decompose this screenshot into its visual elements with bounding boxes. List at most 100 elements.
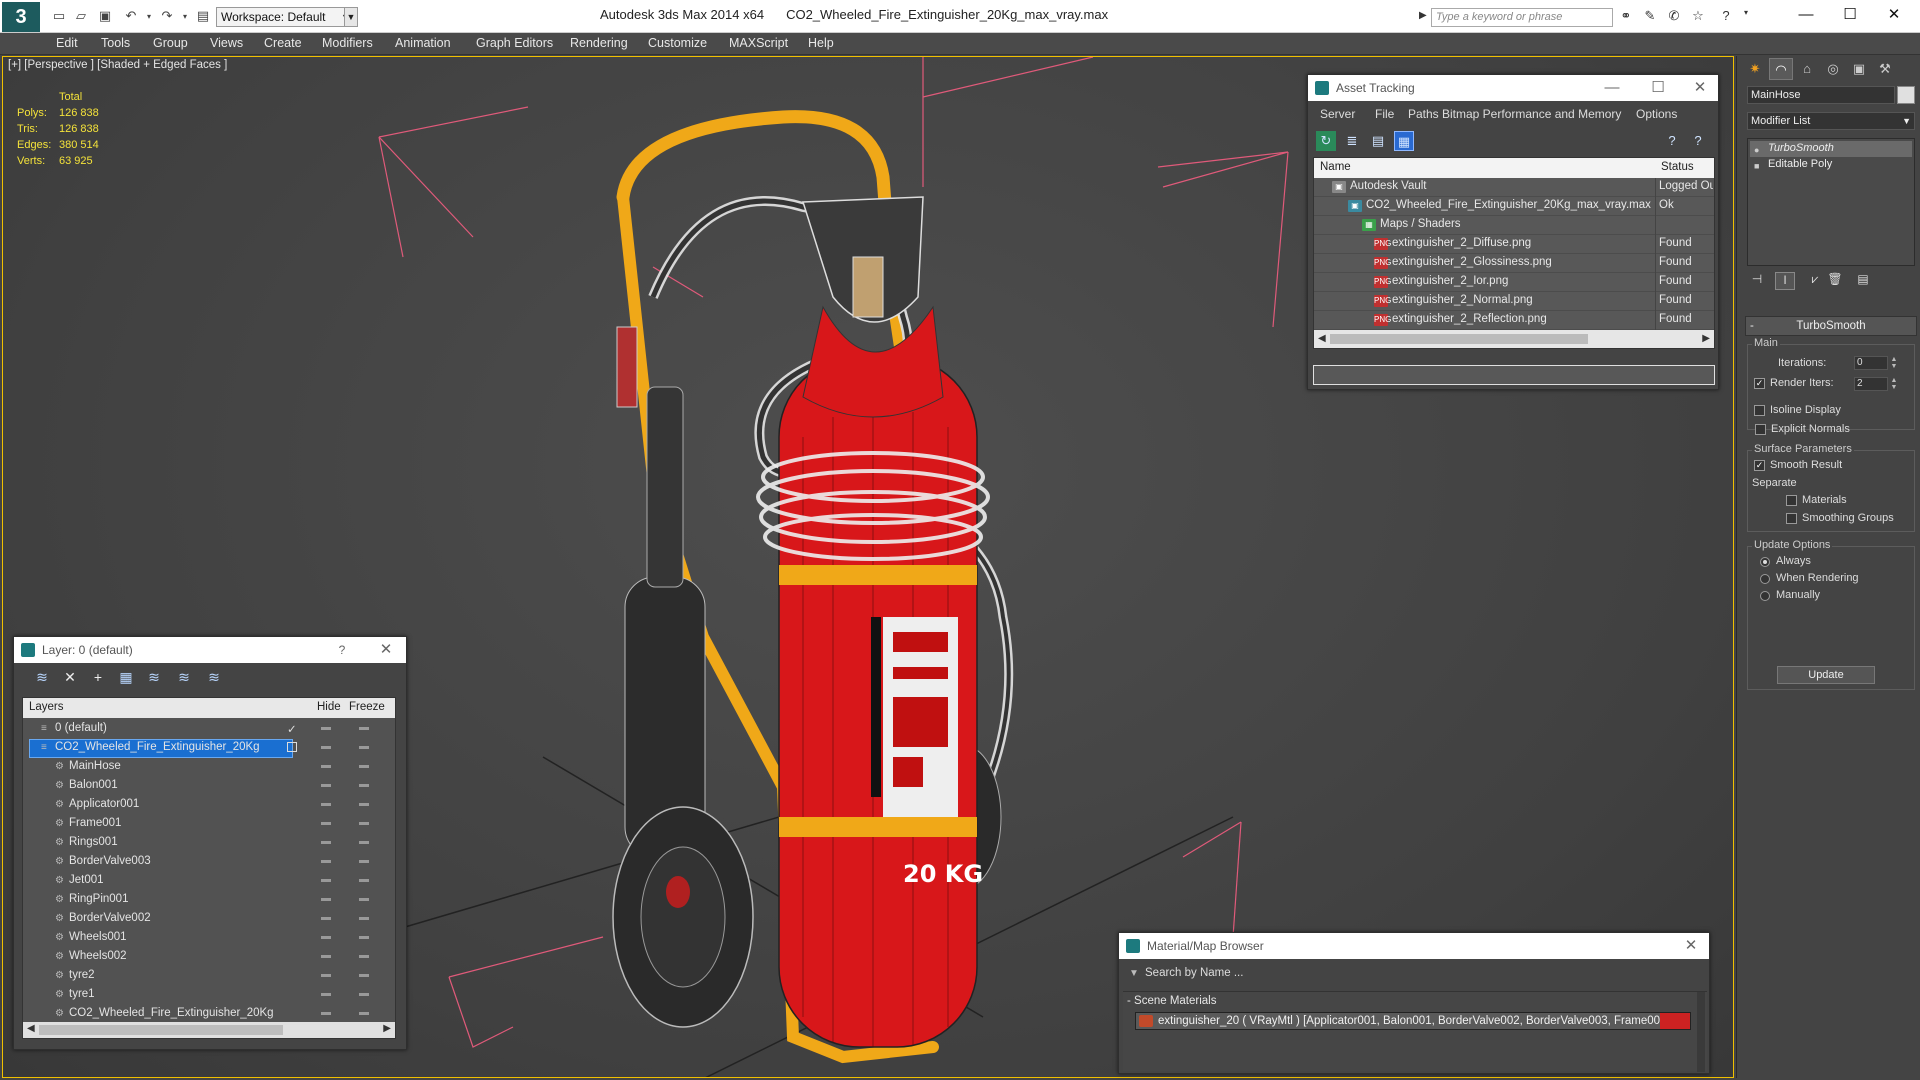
freeze-toggle[interactable]: ▬ [359, 855, 369, 866]
asset-row[interactable]: PNG extinguisher_2_Normal.png Found [1314, 292, 1714, 311]
new-file-icon[interactable]: ▭ [50, 8, 68, 24]
hide-toggle[interactable]: ▬ [321, 1007, 331, 1018]
object-color-swatch[interactable] [1897, 86, 1915, 104]
hide-toggle[interactable]: ▬ [321, 893, 331, 904]
menu-create[interactable]: Create [264, 36, 302, 50]
quick-access-dropdown[interactable]: ▼ [344, 7, 358, 27]
col-status[interactable]: Status [1661, 161, 1694, 173]
freeze-toggle[interactable]: ▬ [359, 836, 369, 847]
remove-modifier-icon[interactable]: 🗑 [1825, 272, 1845, 290]
create-layer-icon[interactable]: ≋ [32, 669, 52, 689]
menu-edit[interactable]: Edit [56, 36, 78, 50]
layer-row[interactable]: ⚙ tyre1 ▬ ▬ [23, 986, 395, 1005]
refresh-icon[interactable]: ↻ [1316, 131, 1336, 151]
save-file-icon[interactable]: ▣ [96, 8, 114, 24]
asset-menu-file[interactable]: File [1375, 107, 1394, 121]
object-name-field[interactable]: MainHose [1747, 86, 1895, 104]
smooth-result-checkbox[interactable]: ✓ [1754, 460, 1765, 471]
add-to-layer-icon[interactable]: + [88, 669, 108, 689]
maximize-icon[interactable]: ☐ [1646, 77, 1670, 99]
stack-item-turbosmooth[interactable]: ● TurboSmooth [1750, 141, 1912, 157]
asset-titlebar[interactable]: Asset Tracking — ☐ ✕ [1308, 75, 1718, 101]
asset-menu-options[interactable]: Options [1636, 107, 1677, 121]
table-view-icon[interactable]: ▦ [1394, 131, 1414, 151]
explicit-normals-checkbox[interactable] [1755, 424, 1766, 435]
minimize-icon[interactable]: — [1600, 77, 1624, 99]
minimize-button[interactable]: — [1784, 3, 1828, 27]
render-iters-spinner[interactable]: 2 [1854, 377, 1888, 391]
menu-tools[interactable]: Tools [101, 36, 130, 50]
material-vertical-scrollbar[interactable] [1697, 992, 1705, 1072]
binoculars-icon[interactable]: ⚭ [1616, 8, 1636, 26]
freeze-toggle[interactable]: ▬ [359, 798, 369, 809]
hierarchy-tab-icon[interactable]: ⌂ [1795, 58, 1819, 80]
layer-row[interactable]: ⚙ Wheels002 ▬ ▬ [23, 948, 395, 967]
menu-customize[interactable]: Customize [648, 36, 707, 50]
hide-toggle[interactable]: ▬ [321, 779, 331, 790]
freeze-toggle[interactable]: ▬ [359, 1007, 369, 1018]
help-icon[interactable]: ? [330, 639, 354, 661]
close-button[interactable]: ✕ [1872, 3, 1916, 27]
asset-menu-paths[interactable]: Paths [1408, 107, 1439, 121]
col-hide[interactable]: Hide [317, 701, 341, 713]
make-unique-icon[interactable]: ⩗ [1805, 272, 1825, 290]
create-tab-icon[interactable]: ✷ [1743, 58, 1767, 80]
redo-icon[interactable]: ↷ [158, 8, 176, 24]
asset-menu-server[interactable]: Server [1320, 107, 1355, 121]
modifier-list-dropdown[interactable]: Modifier List ▼ [1747, 112, 1915, 130]
layer-row[interactable]: ⚙ Balon001 ▬ ▬ [23, 777, 395, 796]
menu-help[interactable]: Help [808, 36, 834, 50]
close-icon[interactable]: ✕ [1688, 77, 1712, 99]
lightbulb-icon[interactable]: ● [1754, 143, 1759, 158]
freeze-toggle[interactable]: ▬ [359, 874, 369, 885]
freeze-all-icon[interactable]: ≋ [204, 669, 224, 689]
hide-toggle[interactable]: ▬ [321, 836, 331, 847]
freeze-toggle[interactable]: ▬ [359, 988, 369, 999]
spinner-arrows-icon[interactable]: ▲ ▼ [1890, 377, 1898, 391]
hide-toggle[interactable]: ▬ [321, 817, 331, 828]
material-item[interactable]: extinguisher_20 ( VRayMtl ) [Applicator0… [1135, 1012, 1691, 1030]
col-freeze[interactable]: Freeze [349, 701, 385, 713]
asset-row[interactable]: PNG extinguisher_2_Reflection.png Found [1314, 311, 1714, 330]
asset-row[interactable]: PNG extinguisher_2_Glossiness.png Found [1314, 254, 1714, 273]
isoline-checkbox[interactable] [1754, 405, 1765, 416]
layer-row[interactable]: ≡ 0 (default) ✓ ▬ ▬ [23, 720, 395, 739]
hide-toggle[interactable]: ▬ [321, 798, 331, 809]
undo-dropdown-icon[interactable]: ▾ [140, 8, 158, 24]
hide-toggle[interactable]: ▬ [321, 931, 331, 942]
display-tab-icon[interactable]: ▣ [1847, 58, 1871, 80]
layer-row[interactable]: ⚙ Wheels001 ▬ ▬ [23, 929, 395, 948]
stack-item-editable-poly[interactable]: ■ Editable Poly [1750, 157, 1912, 173]
freeze-toggle[interactable]: ▬ [359, 817, 369, 828]
col-layers[interactable]: Layers [29, 701, 64, 713]
communication-icon[interactable]: ✆ [1664, 8, 1684, 26]
asset-row[interactable]: ▦ Maps / Shaders [1314, 216, 1714, 235]
hide-toggle[interactable]: ▬ [321, 760, 331, 771]
help-dropdown-icon[interactable]: ▾ [1736, 8, 1756, 26]
scroll-thumb[interactable] [39, 1025, 283, 1035]
layer-row[interactable]: ⚙ BorderValve002 ▬ ▬ [23, 910, 395, 929]
material-search[interactable]: ▼ Search by Name ... [1123, 965, 1707, 983]
set-current-box-icon[interactable] [287, 742, 297, 752]
expand-icon[interactable]: ■ [1754, 159, 1759, 174]
scroll-left-icon[interactable]: ◀ [1318, 333, 1326, 344]
layer-row[interactable]: ⚙ MainHose ▬ ▬ [23, 758, 395, 777]
asset-row[interactable]: ▣ Autodesk Vault Logged Out [1314, 178, 1714, 197]
menu-maxscript[interactable]: MAXScript [729, 36, 788, 50]
infocenter-search-input[interactable]: Type a keyword or phrase [1431, 8, 1613, 27]
asset-row[interactable]: PNG extinguisher_2_Diffuse.png Found [1314, 235, 1714, 254]
freeze-toggle[interactable]: ▬ [359, 931, 369, 942]
open-file-icon[interactable]: ▱ [72, 8, 90, 24]
search-options-icon[interactable]: ▼ [1129, 968, 1139, 979]
freeze-toggle[interactable]: ▬ [359, 969, 369, 980]
modify-tab-icon[interactable]: ◠ [1769, 58, 1793, 80]
manually-radio[interactable] [1760, 591, 1770, 601]
delete-layer-icon[interactable]: ✕ [60, 669, 80, 689]
scroll-thumb[interactable] [1330, 334, 1588, 344]
help-icon[interactable]: ? [1716, 8, 1736, 26]
app-logo-button[interactable]: 3 [2, 2, 40, 32]
menu-graph-editors[interactable]: Graph Editors [476, 36, 553, 50]
menu-animation[interactable]: Animation [395, 36, 451, 50]
update-button[interactable]: Update [1777, 666, 1875, 684]
turbosmooth-rollout-header[interactable]: - TurboSmooth [1745, 316, 1917, 336]
